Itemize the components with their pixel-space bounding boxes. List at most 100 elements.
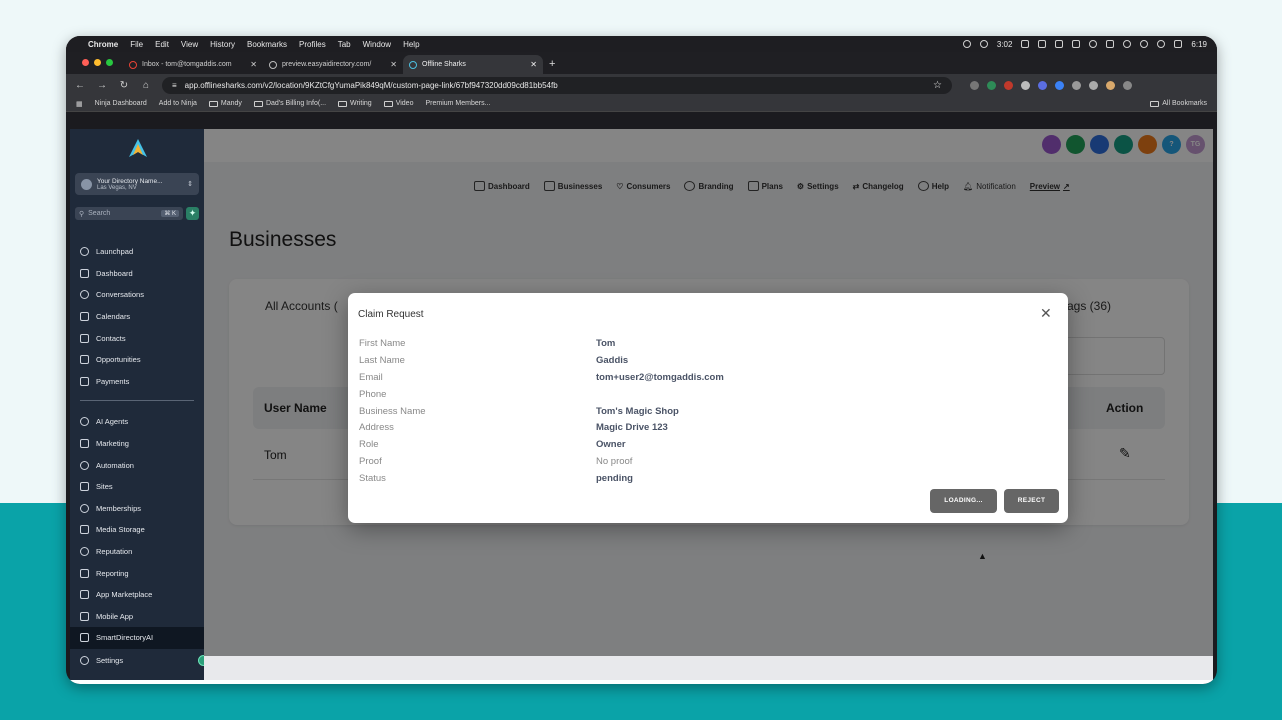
sidebar-item-ai-agents[interactable]: AI Agents [70,411,204,433]
puzzle-icon[interactable] [1072,80,1081,90]
more-menu-icon[interactable] [1123,80,1132,90]
menu-history[interactable]: History [210,40,235,49]
field-row-proof: Proof No proof [359,456,1049,473]
bookmark-star-icon[interactable]: ☆ [933,80,942,91]
sidebar-item-conversations[interactable]: Conversations [70,284,204,306]
eyedropper-icon[interactable] [1021,80,1030,90]
search-icon[interactable] [1140,40,1149,48]
sidebar-item-automation[interactable]: Automation [70,454,204,476]
status-icon[interactable] [962,40,971,48]
menu-bookmarks[interactable]: Bookmarks [247,40,287,49]
approve-button-loading[interactable]: LOADING... [930,489,997,513]
sidebar-item-smartdirectoryai[interactable]: SmartDirectoryAI [70,627,204,649]
sidebar-item-app-marketplace[interactable]: App Marketplace [70,584,204,606]
close-tab-icon[interactable]: ✕ [390,60,397,69]
menu-view[interactable]: View [181,40,198,49]
sidebar-item-sites[interactable]: Sites [70,476,204,498]
tab-offline-sharks[interactable]: Offline Sharks ✕ [403,55,543,74]
gmail-icon [129,60,137,69]
menu-file[interactable]: File [130,40,143,49]
tab-gmail[interactable]: Inbox - tom@tomgaddis.com ✕ [123,55,263,74]
clock-readout[interactable]: 6:19 [1191,40,1207,49]
new-tab-icon[interactable]: + [549,58,555,70]
sidebar-search-input[interactable]: ⚲ Search ⌘ K [75,207,183,220]
sidebar-item-payments[interactable]: Payments [70,371,204,393]
sidebar-divider [80,400,194,402]
search-icon: ⚲ [79,210,85,218]
sidebar-item-reporting[interactable]: Reporting [70,562,204,584]
sidebar-item-dashboard[interactable]: Dashboard [70,263,204,285]
close-icon[interactable]: ✕ [1040,305,1052,322]
maximize-window-icon[interactable] [106,59,113,66]
quick-action-button[interactable]: ✦ [186,207,199,220]
field-value: Tom's Magic Shop [596,405,679,417]
extension-icon[interactable] [1038,80,1047,90]
tab-preview[interactable]: preview.easyaidirectory.com/ ✕ [263,55,403,74]
reject-button[interactable]: REJECT [1004,489,1059,513]
sidebar-item-calendars[interactable]: Calendars [70,306,204,328]
sidebar-item-contacts[interactable]: Contacts [70,327,204,349]
close-window-icon[interactable] [82,59,89,66]
location-switcher[interactable]: Your Directory Name... Las Vegas, NV ⇕ [75,173,199,195]
back-icon[interactable]: ← [74,80,86,91]
status-icon[interactable] [1123,40,1132,48]
status-icon[interactable] [1055,40,1064,48]
bookmark-add-to-ninja[interactable]: Add to Ninja [159,100,197,107]
bookmark-writing[interactable]: Writing [338,100,372,107]
apps-grid-icon[interactable]: ▦ [76,100,83,108]
screen-icon[interactable] [1106,40,1115,48]
minimize-window-icon[interactable] [94,59,101,66]
bluetooth-icon[interactable] [1089,40,1098,48]
sidebar-item-opportunities[interactable]: Opportunities [70,349,204,371]
all-bookmarks-button[interactable]: All Bookmarks [1150,100,1207,107]
sidebar-item-media-storage[interactable]: Media Storage [70,519,204,541]
dropbox-icon[interactable] [1072,40,1081,48]
menu-help[interactable]: Help [403,40,419,49]
sidebar-item-label: Reporting [96,568,129,578]
home-icon[interactable]: ⌂ [140,80,152,91]
bookmark-mandy[interactable]: Mandy [208,100,242,107]
bookmark-dads-billing[interactable]: Dad's Billing Info(... [253,100,326,107]
timer-readout[interactable]: 3:02 [997,40,1013,49]
sidebar-item-memberships[interactable]: Memberships [70,498,204,520]
url-field[interactable]: ≡ app.offlinesharks.com/v2/location/9KZt… [162,76,952,94]
bookmark-label: Writing [350,100,372,107]
extension-icon[interactable] [1055,80,1064,90]
bookmark-premium-members[interactable]: Premium Members... [425,100,490,107]
sidebar-item-label: Launchpad [96,247,134,257]
profile-avatar-icon[interactable] [1106,80,1115,90]
extension-icon[interactable] [970,80,979,90]
forward-icon[interactable]: → [96,80,108,91]
menu-app[interactable]: Chrome [88,40,118,49]
field-value: No proof [596,456,633,468]
site-info-icon[interactable]: ≡ [172,81,177,90]
menu-profiles[interactable]: Profiles [299,40,326,49]
status-icon[interactable] [1038,40,1047,48]
menu-tab[interactable]: Tab [338,40,351,49]
automation-icon [80,460,89,470]
bookmark-ninja-dashboard[interactable]: Ninja Dashboard [95,100,147,107]
menu-edit[interactable]: Edit [155,40,169,49]
sidepanel-icon[interactable] [1089,80,1098,90]
app-logo-icon[interactable] [126,137,150,161]
url-text: app.offlinesharks.com/v2/location/9KZtCf… [184,80,558,90]
extension-icon[interactable] [1004,80,1013,90]
modal-title: Claim Request [358,309,424,320]
sidebar-item-label: Marketing [96,439,129,449]
extension-icon[interactable] [987,80,996,90]
status-icon[interactable] [1021,40,1030,48]
sidebar-item-settings[interactable]: Settings [70,650,204,670]
location-subtitle: Las Vegas, NV [97,184,137,191]
close-tab-icon[interactable]: ✕ [250,60,257,69]
wifi-icon[interactable] [1157,40,1166,48]
sidebar-item-marketing[interactable]: Marketing [70,433,204,455]
sidebar-item-reputation[interactable]: Reputation [70,541,204,563]
reload-icon[interactable]: ↻ [118,80,130,91]
bookmark-video[interactable]: Video [383,100,413,107]
menu-window[interactable]: Window [363,40,391,49]
status-icon[interactable] [979,40,988,48]
close-tab-icon[interactable]: ✕ [530,60,537,69]
sidebar-item-mobile-app[interactable]: Mobile App [70,606,204,628]
battery-icon[interactable] [1174,40,1183,48]
sidebar-item-launchpad[interactable]: Launchpad [70,241,204,263]
